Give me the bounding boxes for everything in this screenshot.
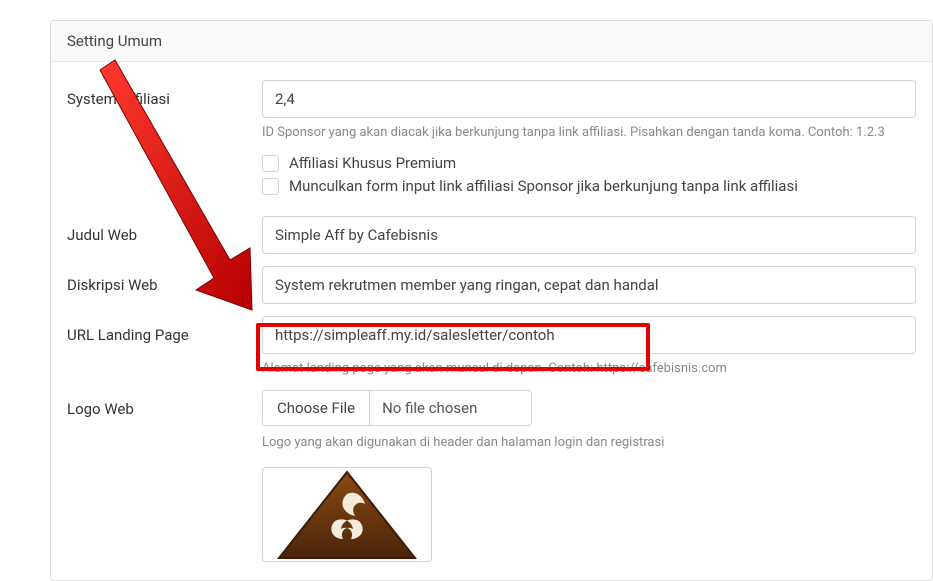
file-status: No file chosen (370, 391, 489, 425)
checkbox-row-premium[interactable]: Affiliasi Khusus Premium (262, 154, 916, 172)
settings-panel: Setting Umum System Affiliasi ID Sponsor… (50, 20, 933, 581)
file-chooser[interactable]: Choose File No file chosen (262, 390, 532, 426)
label-affiliation: System Affiliasi (67, 80, 262, 108)
label-landing: URL Landing Page (67, 316, 262, 344)
panel-body: System Affiliasi ID Sponsor yang akan di… (51, 62, 932, 580)
label-description: Diskripsi Web (67, 266, 262, 294)
input-landing[interactable] (262, 316, 916, 354)
input-description[interactable] (262, 266, 916, 304)
row-description: Diskripsi Web (67, 266, 916, 304)
logo-preview (262, 467, 432, 562)
row-title: Judul Web (67, 216, 916, 254)
checkbox-showform-label: Munculkan form input link affiliasi Spon… (289, 177, 798, 195)
row-logo: Logo Web Choose File No file chosen Logo… (67, 390, 916, 561)
help-landing: Alamat landing page yang akan muncul di … (262, 360, 916, 378)
checkbox-premium[interactable] (262, 155, 279, 172)
checkbox-premium-label: Affiliasi Khusus Premium (289, 154, 456, 172)
help-logo: Logo yang akan digunakan di header dan h… (262, 434, 916, 452)
row-landing: URL Landing Page Alamat landing page yan… (67, 316, 916, 378)
row-affiliation: System Affiliasi ID Sponsor yang akan di… (67, 80, 916, 200)
logo-preview-image (267, 467, 427, 561)
input-title[interactable] (262, 216, 916, 254)
help-affiliation: ID Sponsor yang akan diacak jika berkunj… (262, 124, 916, 142)
checkbox-row-showform[interactable]: Munculkan form input link affiliasi Spon… (262, 177, 916, 195)
label-logo: Logo Web (67, 390, 262, 418)
input-affiliation[interactable] (262, 80, 916, 118)
checkbox-showform[interactable] (262, 178, 279, 195)
label-title: Judul Web (67, 216, 262, 244)
choose-file-button[interactable]: Choose File (263, 391, 370, 425)
panel-title: Setting Umum (51, 21, 932, 62)
